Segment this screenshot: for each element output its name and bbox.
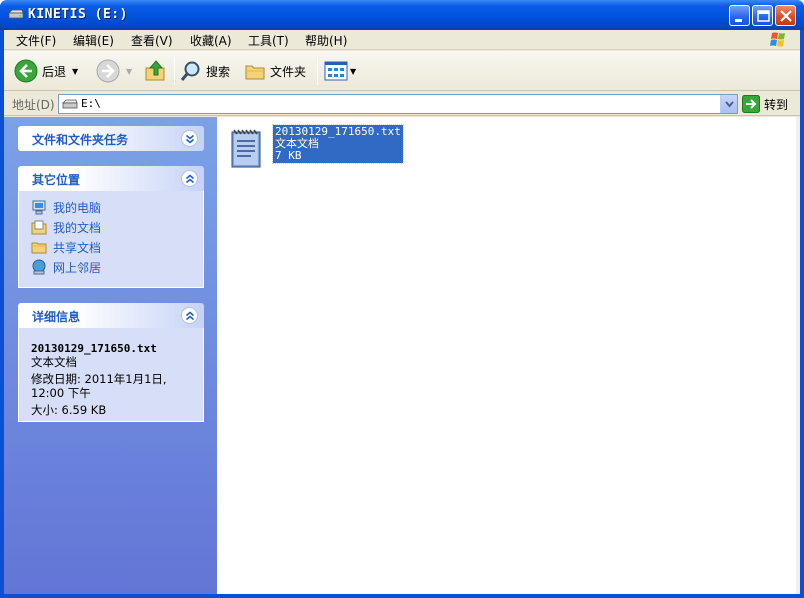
forward-dropdown-icon: ▼ (126, 66, 133, 76)
file-list[interactable]: 20130129_171650.txt 文本文档 7 KB (217, 117, 800, 594)
details-title: 详细信息 (32, 310, 81, 324)
folders-icon (245, 65, 265, 80)
other-place-label: 共享文档 (53, 240, 102, 255)
back-arrow-icon (14, 59, 38, 83)
details-file-name: 20130129_171650.txt (31, 342, 157, 355)
file-tasks-title: 文件和文件夹任务 (32, 133, 129, 147)
forward-arrow-icon (96, 59, 120, 83)
file-tasks-header[interactable]: 文件和文件夹任务 (18, 126, 204, 151)
title-bar[interactable]: KINETIS (E:) (0, 0, 804, 30)
toolbar: 后退 ▼ ▼ 搜索 文件夹 ▼ (4, 51, 800, 91)
task-pane: 文件和文件夹任务 其它位置 我的电脑 我的文档 共享文档 网上邻居 详细信息 2… (4, 117, 217, 594)
explorer-window: KINETIS (E:) 文件(F) 编辑(E) 查看(V) 收藏(A) 工具(… (0, 0, 804, 598)
other-place-label: 我的电脑 (53, 200, 102, 215)
text-document-icon (231, 129, 261, 168)
main-area: 文件和文件夹任务 其它位置 我的电脑 我的文档 共享文档 网上邻居 详细信息 2… (4, 117, 800, 594)
other-place-label: 我的文档 (53, 220, 102, 235)
address-input[interactable]: E:\ (58, 94, 738, 114)
views-dropdown-icon[interactable]: ▼ (350, 67, 356, 76)
menu-tools[interactable]: 工具(T) (248, 32, 289, 49)
other-place-network[interactable]: 网上邻居 (31, 257, 191, 277)
folders-label: 文件夹 (270, 64, 307, 79)
menu-edit[interactable]: 编辑(E) (73, 32, 114, 49)
back-label: 后退 (42, 64, 67, 79)
menu-bar: 文件(F) 编辑(E) 查看(V) 收藏(A) 工具(T) 帮助(H) (4, 30, 800, 50)
chevron-double-up-icon (185, 174, 195, 184)
forward-button[interactable]: ▼ (96, 57, 132, 85)
search-button[interactable]: 搜索 (180, 57, 230, 85)
other-place-my-documents[interactable]: 我的文档 (31, 217, 191, 237)
go-arrow-icon (742, 95, 760, 113)
minimize-button[interactable] (729, 5, 750, 26)
minimize-icon (735, 19, 742, 22)
go-label: 转到 (764, 97, 789, 112)
other-places-list: 我的电脑 我的文档 共享文档 网上邻居 (18, 191, 204, 288)
views-icon (324, 61, 348, 81)
file-tasks-panel: 文件和文件夹任务 (18, 126, 204, 151)
maximize-icon (757, 10, 770, 22)
address-bar: 地址(D) E:\ 转到 (4, 92, 800, 116)
chevron-double-down-icon (185, 134, 195, 144)
go-button[interactable]: 转到 (742, 95, 788, 113)
other-places-panel: 其它位置 我的电脑 我的文档 共享文档 网上邻居 (18, 166, 204, 288)
maximize-button[interactable] (752, 5, 773, 26)
back-button[interactable]: 后退 ▼ (14, 57, 78, 85)
shared-folder-icon (31, 242, 47, 254)
other-place-shared-documents[interactable]: 共享文档 (31, 237, 191, 257)
file-size: 7 KB (275, 149, 302, 162)
file-label[interactable]: 20130129_171650.txt 文本文档 7 KB (272, 124, 404, 164)
menu-file[interactable]: 文件(F) (16, 32, 56, 49)
details-header[interactable]: 详细信息 (18, 303, 204, 328)
search-label: 搜索 (206, 64, 231, 79)
other-places-header[interactable]: 其它位置 (18, 166, 204, 191)
menu-favorites[interactable]: 收藏(A) (190, 32, 232, 49)
drive-icon (8, 9, 24, 19)
scrollbar-edge (796, 117, 800, 594)
details-file-type: 文本文档 (31, 355, 77, 369)
other-places-title: 其它位置 (32, 173, 81, 187)
menu-view[interactable]: 查看(V) (131, 32, 173, 49)
folder-up-icon (145, 60, 165, 81)
close-icon (780, 10, 792, 22)
chevron-double-up-icon (185, 311, 195, 321)
toolbar-separator (317, 57, 318, 85)
network-icon (32, 259, 46, 275)
address-value: E:\ (81, 97, 101, 110)
details-panel: 详细信息 20130129_171650.txt 文本文档 修改日期: 2011… (18, 303, 204, 422)
address-dropdown-button[interactable] (720, 95, 737, 113)
search-icon (180, 61, 200, 81)
collapse-button[interactable] (181, 307, 198, 324)
views-button[interactable]: ▼ (324, 57, 356, 85)
menu-help[interactable]: 帮助(H) (305, 32, 347, 49)
other-place-my-computer[interactable]: 我的电脑 (31, 197, 191, 217)
drive-icon (62, 99, 78, 109)
windows-logo-icon (770, 32, 785, 47)
computer-icon (32, 200, 46, 215)
client-area: 文件(F) 编辑(E) 查看(V) 收藏(A) 工具(T) 帮助(H) 后退 ▼ (4, 30, 800, 594)
folders-button[interactable]: 文件夹 (244, 57, 306, 85)
details-modified-time: 12:00 下午 (31, 386, 91, 400)
documents-icon (31, 220, 47, 235)
collapse-button[interactable] (181, 170, 198, 187)
details-modified-date: 修改日期: 2011年1月1日, (31, 372, 167, 386)
close-button[interactable] (775, 5, 796, 26)
details-body: 20130129_171650.txt 文本文档 修改日期: 2011年1月1日… (18, 328, 204, 422)
back-dropdown-icon[interactable]: ▼ (72, 67, 78, 76)
up-button[interactable] (144, 57, 168, 85)
toolbar-separator (174, 57, 175, 85)
other-place-label: 网上邻居 (53, 260, 102, 275)
expand-button[interactable] (181, 130, 198, 147)
chevron-down-icon (725, 101, 734, 108)
window-title: KINETIS (E:) (28, 7, 128, 22)
address-label: 地址(D) (12, 98, 55, 112)
details-size: 大小: 6.59 KB (31, 403, 107, 417)
